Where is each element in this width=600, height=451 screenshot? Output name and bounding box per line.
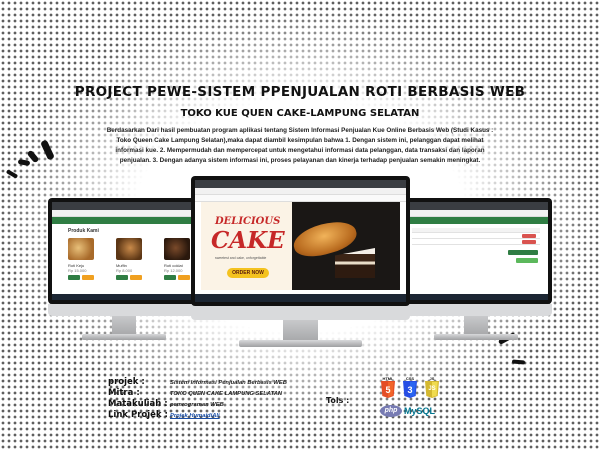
delete-button[interactable] bbox=[522, 234, 536, 238]
add-to-cart-button[interactable] bbox=[178, 275, 190, 280]
monitor-chin bbox=[400, 304, 552, 316]
browser-address-bar bbox=[404, 210, 548, 217]
table-header-row bbox=[412, 228, 540, 233]
table-row bbox=[412, 234, 540, 239]
product-price: Rp 8.000 bbox=[116, 268, 133, 273]
hero-banner: DELICIOUS CAKE sweetest and cake, unforg… bbox=[201, 202, 400, 290]
add-to-cart-button[interactable] bbox=[82, 275, 94, 280]
products-section-title: Produk Kami bbox=[68, 228, 99, 234]
banner-heading: DELICIOUS bbox=[215, 216, 281, 227]
os-taskbar bbox=[404, 294, 548, 300]
projek-value: Sistem Informasi Penjualan Berbasis WEB bbox=[170, 380, 287, 386]
left-monitor: Produk Kami Roti Keju Rp 15.000 Muffin R… bbox=[48, 198, 200, 360]
table-row bbox=[412, 240, 540, 245]
matakuliah-value: pemrograman WEB bbox=[170, 402, 224, 408]
mitra-label: Mitra : bbox=[108, 388, 140, 398]
os-taskbar bbox=[52, 294, 196, 300]
add-to-cart-button[interactable] bbox=[164, 275, 176, 280]
monitor-chin bbox=[48, 304, 200, 316]
matakuliah-label: Matakuliah : bbox=[108, 399, 168, 409]
product-image bbox=[116, 238, 142, 260]
add-to-cart-button[interactable] bbox=[130, 275, 142, 280]
page-title: PROJECT PEWE-SISTEM PPENJUALAN ROTI BERB… bbox=[74, 84, 526, 100]
center-screen-content: DELICIOUS CAKE sweetest and cake, unforg… bbox=[195, 180, 406, 302]
bookmarks-bar bbox=[195, 195, 406, 202]
browser-tab-bar bbox=[195, 180, 406, 188]
product-image bbox=[68, 238, 94, 260]
order-now-button[interactable]: ORDER NOW bbox=[227, 268, 269, 278]
browser-tab-bar bbox=[52, 202, 196, 210]
css3-logo-icon: CSS 3 bbox=[402, 376, 418, 400]
projek-label: projek : bbox=[108, 377, 145, 387]
product-image bbox=[164, 238, 190, 260]
monitor-neck bbox=[112, 316, 136, 334]
center-monitor-screen: DELICIOUS CAKE sweetest and cake, unforg… bbox=[191, 176, 410, 306]
add-to-cart-button[interactable] bbox=[68, 275, 80, 280]
left-screen-content: Produk Kami Roti Keju Rp 15.000 Muffin R… bbox=[52, 202, 196, 300]
browser-address-bar bbox=[195, 188, 406, 195]
product-price: Rp 15.000 bbox=[68, 268, 87, 273]
js-logo-icon: JS JS bbox=[424, 376, 440, 400]
mysql-logo-icon: MySQL bbox=[404, 406, 436, 416]
right-screen-content bbox=[404, 202, 548, 300]
add-to-cart-button[interactable] bbox=[116, 275, 128, 280]
html5-logo-icon: HTML 5 bbox=[380, 376, 396, 400]
browser-tab-bar bbox=[404, 202, 548, 210]
php-logo-icon: php bbox=[380, 405, 402, 417]
monitor-base bbox=[239, 340, 362, 347]
monitor-neck bbox=[283, 320, 318, 340]
link-projek-label: Link Projek : bbox=[108, 410, 168, 420]
delete-button[interactable] bbox=[522, 240, 536, 244]
right-monitor bbox=[400, 198, 552, 360]
monitor-base bbox=[82, 334, 166, 340]
link-projek-value[interactable]: Projek HumaidiAli bbox=[170, 413, 220, 419]
monitor-base bbox=[434, 334, 518, 340]
app-navbar bbox=[404, 217, 548, 224]
monitor-chin bbox=[191, 306, 410, 320]
checkout-button[interactable] bbox=[508, 250, 538, 255]
app-navbar bbox=[52, 217, 196, 224]
left-monitor-screen: Produk Kami Roti Keju Rp 15.000 Muffin R… bbox=[48, 198, 200, 304]
page-subtitle: TOKO KUE QUEN CAKE-LAMPUNG SELATAN bbox=[180, 108, 420, 119]
monitor-neck bbox=[464, 316, 488, 334]
right-monitor-screen bbox=[400, 198, 552, 304]
continue-button[interactable] bbox=[516, 258, 538, 263]
os-taskbar bbox=[195, 294, 406, 302]
product-price: Rp 12.000 bbox=[164, 268, 183, 273]
project-description: Berdasarkan Dari hasil pembuatan program… bbox=[106, 127, 494, 164]
center-monitor: DELICIOUS CAKE sweetest and cake, unforg… bbox=[191, 176, 410, 366]
banner-tagline: sweetest and cake, unforgettable bbox=[215, 256, 267, 260]
tools-label: Tols : bbox=[326, 396, 350, 405]
browser-address-bar bbox=[52, 210, 196, 217]
banner-cake-text: CAKE bbox=[211, 227, 285, 254]
mitra-value: TOKO QUEN CAKE LAMPUNG SELATAN bbox=[170, 391, 283, 397]
